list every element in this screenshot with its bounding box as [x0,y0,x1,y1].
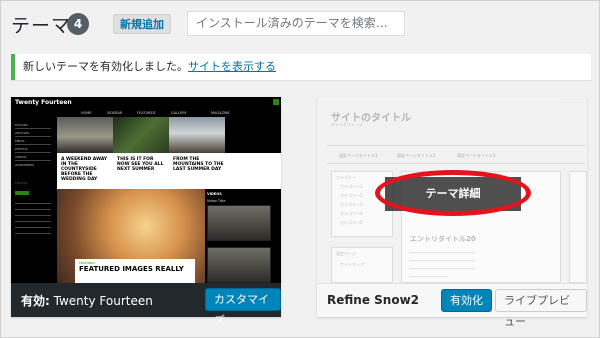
refine-snow2-preview: · · · · · · · · · · サイトのタイトル キャッチフレーズ 固定… [317,97,587,283]
activate-button[interactable]: 有効化 [441,289,492,312]
preview-headline: A WEEKEND AWAY IN THE COUNTRYSIDE BEFORE… [61,157,108,182]
theme-name-text: Twenty Fourteen [53,294,153,308]
preview-image-plant [113,117,169,153]
preview-site-title: Twenty Fourteen [15,99,72,106]
preview-video-widget: VIDEOS Video Title [205,189,281,283]
preview-sitemap-item: サイトマップ [340,262,364,267]
preview-image-beach [57,117,113,153]
preview-sidebar-item: カテゴリー3 [340,202,363,207]
preview-sidebar-item: WORDPRESS [15,163,35,167]
theme-card-twenty-fourteen[interactable]: Twenty Fourteen HOME SIDEBAR FEATURED GA… [11,97,281,327]
theme-info-bar: Refine Snow2 有効化 ライブプレビュー [317,283,587,328]
preview-video-thumb [207,205,271,241]
twenty-fourteen-preview: Twenty Fourteen HOME SIDEBAR FEATURED GA… [11,97,281,283]
preview-tagline: キャッチフレーズ [331,122,363,127]
preview-featured-title: FEATURED IMAGES REALLY [79,265,184,273]
theme-screenshot[interactable]: Twenty Fourteen HOME SIDEBAR FEATURED GA… [11,97,281,283]
add-new-button[interactable]: 新規追加 [113,14,171,34]
preview-sidebar-item: VIDEOS [15,155,27,159]
preview-right-column [569,171,587,283]
preview-top-links: · · · · · · · · · · [561,101,583,105]
preview-nav-item: 固定ページタイトル2 [397,153,436,158]
preview-nav-item: MAGAZINE [211,111,230,115]
preview-nav-item: GALLERY [171,111,187,115]
preview-sidebar-item: カテゴリー4 [340,211,363,216]
page-header: テーマ 4 新規追加 インストール済みのテーマを検索… [1,1,600,45]
preview-sidebar-item: PLUGINS [15,123,28,127]
theme-info-bar: 有効: Twenty Fourteen カスタマイズ [11,283,281,327]
preview-nav-item: 固定ページタイトル3 [457,153,496,158]
customize-button[interactable]: カスタマイズ [205,288,281,327]
preview-sidebar-item: カテゴリー1 [340,184,363,189]
preview-featured-caption: FEATURED FEATURED IMAGES REALLY [75,259,195,283]
notice-message: 新しいテーマを有効化しました。 [23,60,188,73]
preview-image-pier [169,117,225,153]
preview-entry-title: エントリタイトル20 [410,235,476,243]
preview-sidebar-item: ARTICLES [15,131,30,135]
view-site-link[interactable]: サイトを表示する [188,60,276,73]
preview-sidebar-item: FOLLOW [15,181,28,185]
preview-sidebar-item: カテゴリー2 [340,193,363,198]
preview-sidebar-item: MEDIA [15,139,25,143]
preview-nav-item: 固定ページタイトル1 [339,153,378,158]
preview-sidebar: PLUGINS ARTICLES MEDIA PHOTOS VIDEOS WOR… [11,117,57,283]
active-label: 有効: [21,294,50,308]
preview-videos-label: VIDEOS [207,192,222,196]
page-title: テーマ [11,15,72,37]
live-preview-button[interactable]: ライブプレビュー [495,289,587,328]
theme-name: Refine Snow2 [327,293,419,307]
theme-name: 有効: Twenty Fourteen [21,292,153,309]
theme-screenshot[interactable]: · · · · · · · · · · サイトのタイトル キャッチフレーズ 固定… [317,97,587,283]
activation-notice: 新しいテーマを有効化しました。サイトを表示する [11,54,591,80]
preview-sidebar-item: カテゴリー5 [340,220,363,225]
preview-headline: FROM THE MOUNTAINS TO THE LAST SUMMER DA… [173,157,224,172]
annotation-highlight-ring [375,170,531,216]
search-input[interactable]: インストール済みのテーマを検索… [187,11,405,36]
preview-pages-box: 固定ページ サイトマップ [331,247,393,283]
preview-headline: THIS IS IT FOR NOW SEE YOU ALL NEXT SUMM… [117,157,164,172]
preview-nav-item: HOME [81,111,92,115]
preview-sidebar-item: PHOTOS [15,147,28,151]
theme-count-badge: 4 [67,13,89,35]
preview-video-thumb [207,247,271,283]
preview-video-caption: Video Title [207,199,226,203]
preview-nav-item: SIDEBAR [107,111,123,115]
preview-pages-heading: 固定ページ [336,251,356,256]
preview-sidebar-heading: カテゴリー [336,175,356,180]
preview-search-box [273,99,279,105]
theme-card-refine-snow2[interactable]: · · · · · · · · · · サイトのタイトル キャッチフレーズ 固定… [317,97,587,328]
preview-nav-item: FEATURED [137,111,156,115]
